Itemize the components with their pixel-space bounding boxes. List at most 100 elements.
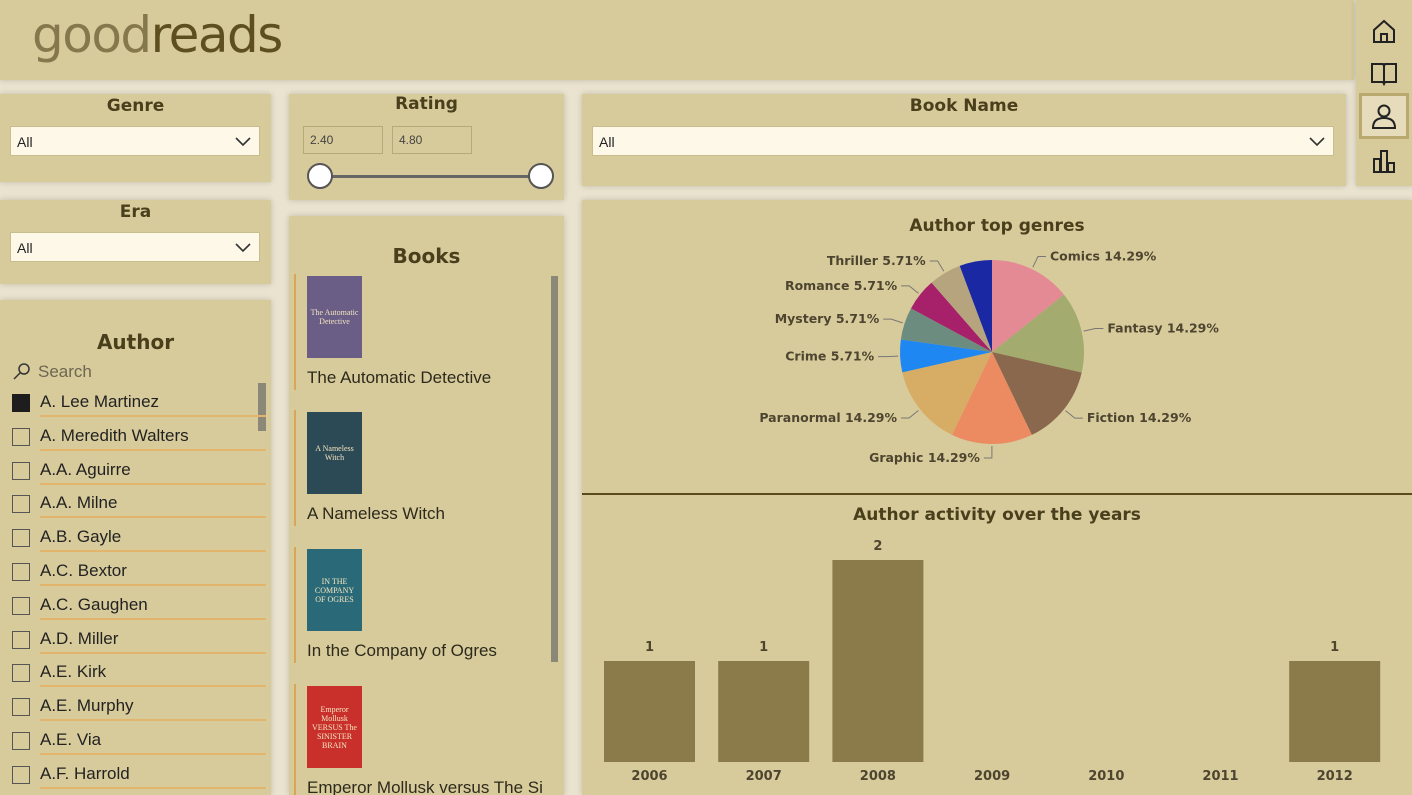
book-cover-image[interactable]: A Nameless Witch bbox=[307, 412, 362, 494]
author-checkbox[interactable] bbox=[12, 630, 30, 649]
author-name: A.F. Harrold bbox=[40, 763, 130, 783]
rating-max-handle[interactable] bbox=[528, 163, 554, 189]
author-name: A.E. Via bbox=[40, 730, 102, 749]
book-cover-image[interactable]: Emperor Mollusk VERSUS The SINISTER BRAI… bbox=[307, 686, 362, 768]
book-accent-bar bbox=[294, 547, 296, 663]
home-icon bbox=[1373, 19, 1395, 43]
books-label: Books bbox=[392, 244, 461, 268]
book-title[interactable]: Emperor Mollusk versus The Si bbox=[307, 778, 543, 795]
book-card[interactable]: The Automatic Detective The Automatic Det… bbox=[294, 274, 554, 392]
x-tick-label: 2007 bbox=[746, 769, 782, 784]
search-icon bbox=[13, 363, 30, 380]
author-name: A.C. Gaughen bbox=[40, 594, 148, 614]
author-name: A.A. Milne bbox=[40, 493, 118, 513]
book-icon bbox=[1371, 63, 1397, 86]
author-list-item[interactable]: A.B. Gayle bbox=[12, 518, 268, 553]
author-search[interactable]: Search bbox=[12, 360, 268, 384]
author-checkbox[interactable] bbox=[12, 394, 30, 412]
bar-data-label: 1 bbox=[1330, 640, 1339, 655]
author-list-item[interactable]: A.E. Via bbox=[12, 721, 268, 755]
bar-data-label: 2 bbox=[873, 539, 882, 554]
author-list-item[interactable]: A.E. Kirk bbox=[12, 653, 268, 688]
author-list-item[interactable]: A.E. Murphy bbox=[12, 687, 268, 722]
book-cover-image[interactable]: IN THE COMPANY OF OGRES bbox=[307, 549, 362, 631]
author-name: A.B. Gayle bbox=[40, 527, 122, 547]
book-cover-text: IN THE COMPANY OF OGRES bbox=[314, 576, 355, 604]
author-checkbox[interactable] bbox=[12, 596, 30, 615]
rating-min-input[interactable]: 2.40 bbox=[303, 126, 383, 154]
author-list-item[interactable]: A. Lee Martinez bbox=[12, 383, 268, 417]
author-name: A.D. Miller bbox=[40, 628, 119, 648]
genre-dropdown[interactable]: All bbox=[10, 126, 260, 156]
author-name: A.C. Bextor bbox=[40, 561, 127, 580]
author-checkbox[interactable] bbox=[12, 427, 30, 446]
book-cover-image[interactable]: The Automatic Detective bbox=[307, 276, 362, 358]
activity-bar[interactable] bbox=[718, 661, 810, 762]
activity-bar[interactable] bbox=[604, 661, 695, 762]
nav-author-button[interactable] bbox=[1359, 93, 1409, 139]
book-cover-text: A Nameless Witch bbox=[315, 444, 354, 462]
person-icon bbox=[1371, 104, 1397, 129]
rating-min-handle[interactable] bbox=[307, 163, 333, 189]
x-tick-label: 2010 bbox=[1088, 769, 1124, 784]
author-list-item[interactable]: A. Meredith Walters bbox=[12, 417, 268, 451]
book-card[interactable]: IN THE COMPANY OF OGRES In the Company of… bbox=[294, 547, 554, 665]
book-card[interactable]: A Nameless Witch A Nameless Witch bbox=[294, 410, 554, 528]
author-list-item[interactable]: A.A. Aguirre bbox=[12, 451, 268, 485]
author-checkbox[interactable] bbox=[12, 732, 30, 750]
book-accent-bar bbox=[294, 410, 296, 526]
logo-text-light: good bbox=[32, 6, 152, 64]
x-tick-label: 2008 bbox=[860, 769, 896, 784]
genre-label: Genre bbox=[106, 96, 165, 116]
era-value: All bbox=[17, 240, 33, 256]
rating-slider-track bbox=[321, 175, 543, 178]
author-checkbox[interactable] bbox=[12, 495, 30, 514]
activity-bar-chart: 1 2006 1 2007 2 2008 2009 2010 2011 1 2012 bbox=[604, 539, 1381, 784]
chevron-down-icon bbox=[235, 137, 251, 147]
genre-slicer: Genre All bbox=[0, 94, 271, 182]
charts-panel: Author top genres Comics 14.29% Fantasy 1… bbox=[582, 200, 1412, 795]
author-search-placeholder: Search bbox=[38, 362, 92, 381]
x-tick-label: 2011 bbox=[1202, 769, 1238, 784]
chevron-down-icon bbox=[1309, 137, 1325, 147]
author-list-item[interactable]: A.F. Harrold bbox=[12, 755, 268, 789]
genre-value: All bbox=[17, 134, 33, 150]
rating-label: Rating bbox=[395, 94, 458, 114]
author-checkbox[interactable] bbox=[12, 529, 30, 548]
goodreads-logo: goodreads bbox=[32, 6, 283, 64]
author-list-item[interactable]: A.C. Bextor bbox=[12, 552, 268, 586]
author-list-item[interactable]: A.D. Miller bbox=[12, 620, 268, 654]
author-list-item[interactable]: A.C. Gaughen bbox=[12, 586, 268, 620]
chevron-down-icon bbox=[235, 243, 251, 253]
era-slicer: Era All bbox=[0, 200, 271, 284]
book-title[interactable]: In the Company of Ogres bbox=[307, 641, 497, 661]
book-title[interactable]: A Nameless Witch bbox=[307, 504, 445, 524]
book-name-dropdown[interactable]: All bbox=[592, 126, 1334, 156]
book-name-label: Book Name bbox=[909, 96, 1019, 116]
book-name-value: All bbox=[599, 134, 615, 150]
book-name-slicer: Book Name All bbox=[582, 94, 1346, 186]
x-tick-label: 2006 bbox=[631, 769, 667, 784]
nav-stats-button[interactable] bbox=[1362, 141, 1406, 181]
author-checkbox[interactable] bbox=[12, 563, 30, 581]
activity-bar[interactable] bbox=[1289, 661, 1381, 762]
author-checkbox[interactable] bbox=[12, 765, 30, 784]
bar-chart-icon bbox=[1373, 150, 1395, 173]
book-title[interactable]: The Automatic Detective bbox=[307, 368, 491, 388]
era-dropdown[interactable]: All bbox=[10, 232, 260, 262]
activity-bar[interactable] bbox=[832, 560, 924, 762]
author-name: A. Meredith Walters bbox=[40, 425, 189, 445]
book-card[interactable]: Emperor Mollusk VERSUS The SINISTER BRAI… bbox=[294, 684, 554, 795]
book-accent-bar bbox=[294, 274, 296, 390]
author-checkbox[interactable] bbox=[12, 461, 30, 480]
author-name: A. Lee Martinez bbox=[40, 392, 160, 411]
rating-max-input[interactable]: 4.80 bbox=[392, 126, 472, 154]
nav-home-button[interactable] bbox=[1362, 11, 1406, 51]
x-tick-label: 2009 bbox=[974, 769, 1010, 784]
book-accent-bar bbox=[294, 684, 296, 795]
rating-slicer: Rating 2.40 4.80 bbox=[289, 94, 564, 200]
author-checkbox[interactable] bbox=[12, 664, 30, 683]
author-checkbox[interactable] bbox=[12, 698, 30, 717]
nav-books-button[interactable] bbox=[1362, 52, 1406, 92]
author-list-item[interactable]: A.A. Milne bbox=[12, 484, 268, 519]
